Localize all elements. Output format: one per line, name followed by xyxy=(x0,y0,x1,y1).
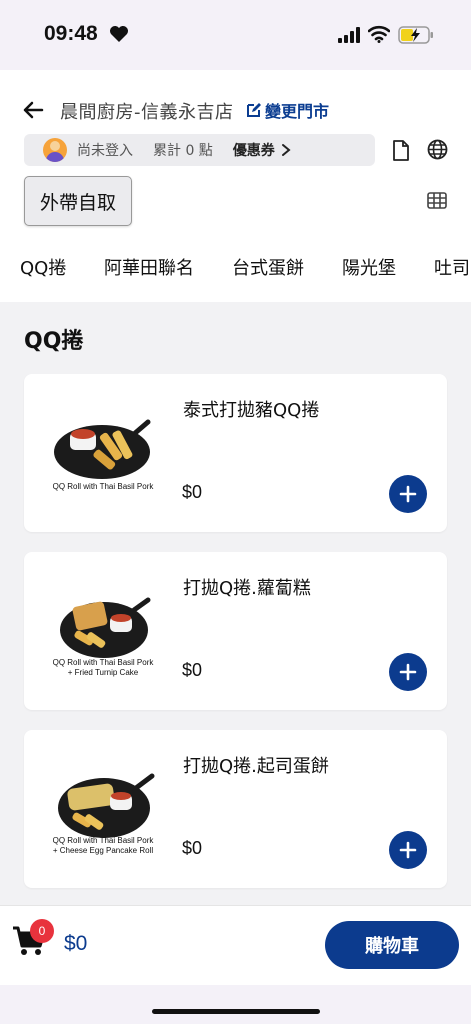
tab-sunshine-burger[interactable]: 陽光堡 xyxy=(342,254,396,280)
product-caption: QQ Roll with Thai Basil Pork + Cheese Eg… xyxy=(52,836,154,855)
product-caption: QQ Roll with Thai Basil Pork + Fried Tur… xyxy=(52,658,154,677)
product-caption: QQ Roll with Thai Basil Pork xyxy=(52,482,154,491)
add-to-cart-button[interactable] xyxy=(389,653,427,691)
add-to-cart-button[interactable] xyxy=(389,831,427,869)
product-name: 打拋Q捲.蘿蔔糕 xyxy=(183,578,311,599)
add-to-cart-button[interactable] xyxy=(389,475,427,513)
chevron-right-icon xyxy=(281,144,291,156)
change-store-label: 變更門市 xyxy=(265,102,330,121)
avatar xyxy=(43,138,67,162)
cart-button[interactable]: 購物車 xyxy=(325,921,459,969)
product-name: 泰式打拋豬QQ捲 xyxy=(183,400,320,421)
coupon-label: 優惠券 xyxy=(232,143,275,159)
product-card[interactable]: QQ Roll with Thai Basil Pork 泰式打拋豬QQ捲 $0 xyxy=(24,374,447,532)
signal-icon xyxy=(338,27,360,43)
change-store-link[interactable]: 變更門市 xyxy=(246,98,329,122)
wifi-icon xyxy=(368,25,390,43)
heart-icon xyxy=(110,26,128,42)
status-time: 09:48 xyxy=(44,22,98,45)
product-card[interactable]: QQ Roll with Thai Basil Pork + Fried Tur… xyxy=(24,552,447,710)
order-mode-label: 外帶自取 xyxy=(39,191,116,214)
product-price: $0 xyxy=(182,482,203,502)
login-status: 尚未登入 xyxy=(77,143,133,159)
cart-button-label: 購物車 xyxy=(365,936,419,957)
plus-icon xyxy=(399,485,417,503)
tab-ovaltine[interactable]: 阿華田聯名 xyxy=(104,254,194,280)
home-indicator[interactable] xyxy=(152,1009,320,1014)
tab-egg-pancake[interactable]: 台式蛋餅 xyxy=(232,254,304,280)
grid-view-icon[interactable] xyxy=(427,192,447,209)
product-price: $0 xyxy=(182,660,203,680)
order-mode-button[interactable]: 外帶自取 xyxy=(24,176,132,226)
cart-total: $0 xyxy=(64,932,88,955)
product-image xyxy=(54,419,151,479)
tab-toast[interactable]: 吐司 xyxy=(434,254,470,280)
product-price: $0 xyxy=(182,838,203,858)
product-name: 打拋Q捲.起司蛋餅 xyxy=(183,756,329,777)
product-card[interactable]: QQ Roll with Thai Basil Pork + Cheese Eg… xyxy=(24,730,447,888)
cart-count-badge: 0 xyxy=(30,919,54,943)
points-count: 累計 0 點 xyxy=(153,143,213,159)
section-title: QQ捲 xyxy=(24,329,84,354)
coupon-link[interactable]: 優惠券 xyxy=(233,140,293,160)
plus-icon xyxy=(399,663,417,681)
store-name: 晨間廚房-信義永吉店 xyxy=(60,102,234,123)
category-tabs: QQ捲 阿華田聯名 台式蛋餅 陽光堡 吐司 xyxy=(0,252,471,282)
back-arrow-icon[interactable] xyxy=(22,100,44,120)
document-icon[interactable] xyxy=(392,140,410,161)
tab-qq-roll[interactable]: QQ捲 xyxy=(20,254,66,280)
battery-icon xyxy=(398,26,433,44)
home-area xyxy=(0,985,471,1024)
status-bar: 09:48 xyxy=(0,0,471,70)
member-bar[interactable]: 尚未登入 累計 0 點 優惠券 xyxy=(24,134,375,166)
globe-icon[interactable] xyxy=(427,139,448,160)
plus-icon xyxy=(399,841,417,859)
edit-icon xyxy=(247,103,261,117)
